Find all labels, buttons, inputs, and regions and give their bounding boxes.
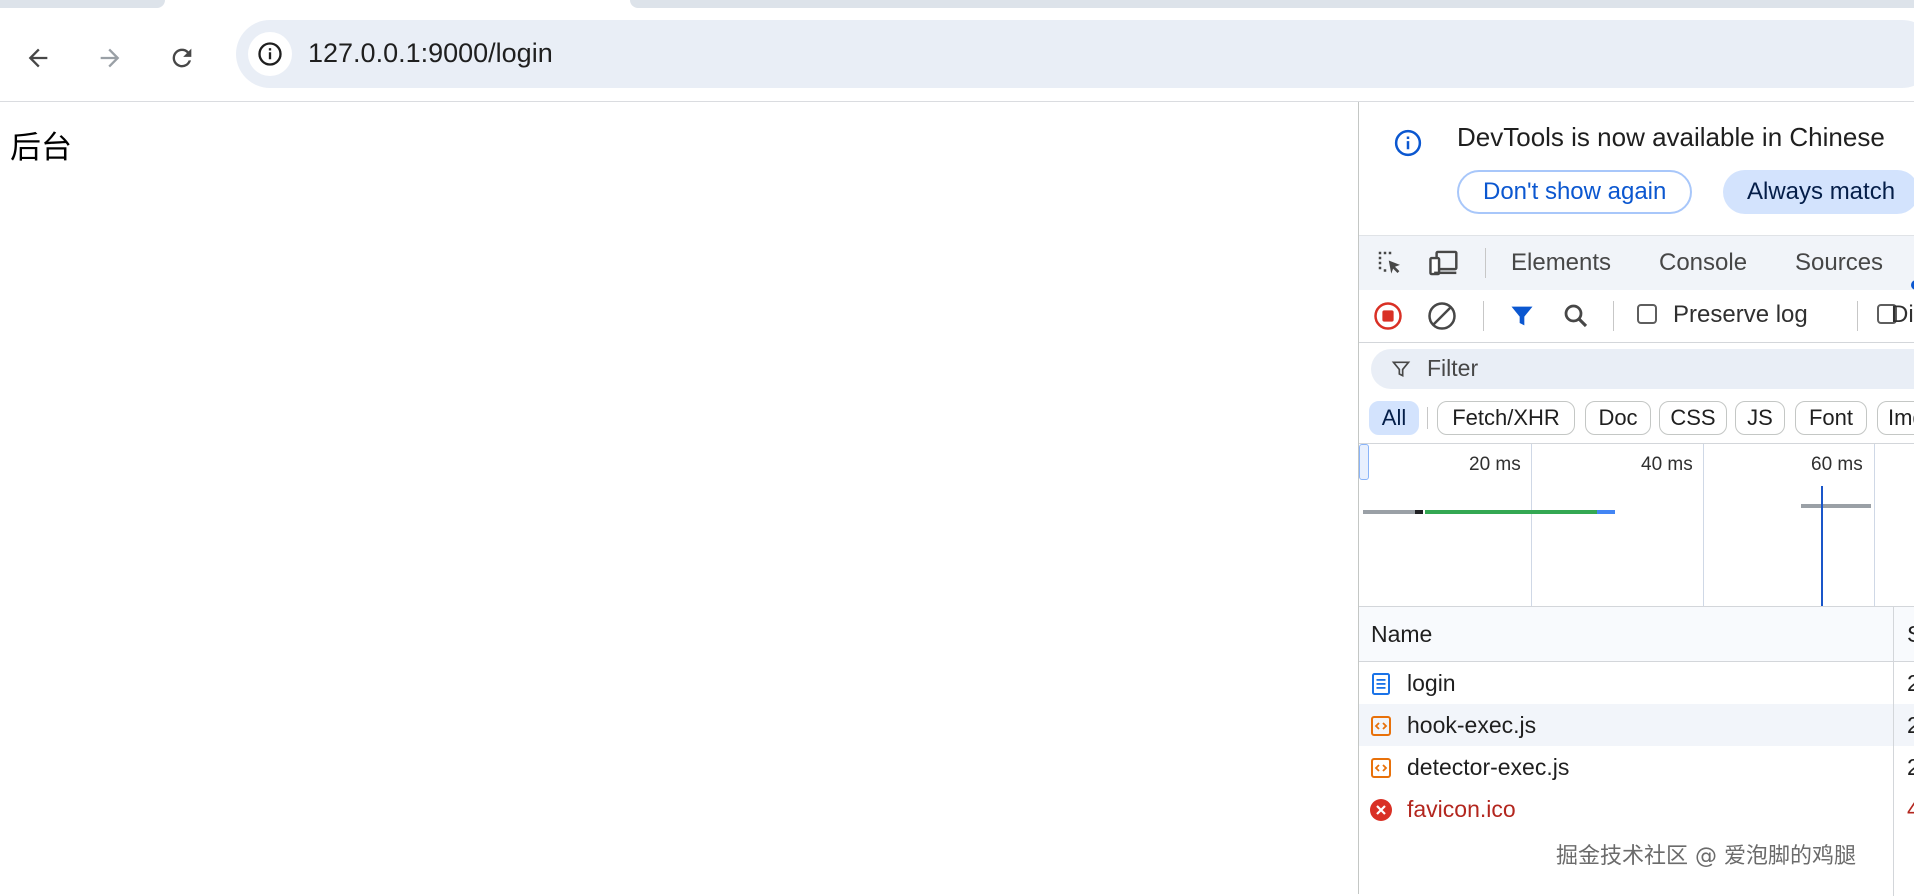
search-icon: [1564, 304, 1588, 328]
resource-type-filters: All Fetch/XHR Doc CSS JS Font Img: [1359, 393, 1914, 444]
browser-toolbar: 127.0.0.1:9000/login: [0, 8, 1914, 102]
back-button[interactable]: [18, 38, 58, 78]
address-bar[interactable]: 127.0.0.1:9000/login: [236, 20, 1914, 88]
type-filter-divider: [1427, 407, 1428, 429]
devtools-tab-bar: Elements Console Sources: [1359, 235, 1914, 291]
device-toolbar-button[interactable]: [1427, 246, 1461, 280]
filter-input[interactable]: Filter: [1371, 349, 1914, 389]
page-heading: 后台: [10, 130, 72, 166]
document-icon: [1372, 673, 1390, 695]
inspect-element-button[interactable]: [1373, 246, 1407, 280]
funnel-icon: [1511, 306, 1533, 326]
overview-gridline: [1703, 444, 1704, 606]
disable-cache-label: Di: [1891, 301, 1914, 328]
tab-divider: [1485, 248, 1486, 278]
request-name: favicon.ico: [1407, 796, 1516, 822]
tab-strip: [0, 0, 1914, 8]
overview-tick-label: 60 ms: [1811, 454, 1863, 475]
url-text[interactable]: 127.0.0.1:9000/login: [308, 38, 553, 69]
overview-request-bar: [1597, 510, 1615, 514]
request-name: login: [1407, 670, 1456, 696]
forward-button[interactable]: [90, 38, 130, 78]
dont-show-again-button[interactable]: Don't show again: [1457, 170, 1693, 214]
reload-button[interactable]: [162, 38, 202, 78]
column-divider[interactable]: [1893, 606, 1894, 896]
overview-request-bar: [1415, 510, 1423, 514]
filter-toggle-button[interactable]: [1505, 299, 1539, 333]
overview-gridline: [1874, 444, 1875, 606]
always-match-button[interactable]: Always match: [1723, 170, 1914, 214]
network-overview-timeline[interactable]: 20 ms 40 ms 60 ms: [1359, 444, 1914, 607]
script-icon: [1371, 716, 1391, 736]
infobar-message: DevTools is now available in Chinese: [1457, 122, 1885, 152]
filter-placeholder: Filter: [1427, 355, 1479, 381]
type-filter-doc[interactable]: Doc: [1585, 401, 1651, 435]
preserve-log-label: Preserve log: [1673, 301, 1808, 328]
type-filter-font[interactable]: Font: [1795, 401, 1867, 435]
request-name: detector-exec.js: [1407, 754, 1570, 780]
request-status: 2: [1907, 670, 1914, 696]
clear-button[interactable]: [1425, 299, 1459, 333]
tab-console[interactable]: Console: [1659, 249, 1747, 277]
record-stop-icon: [1374, 302, 1402, 330]
overview-request-bar: [1801, 504, 1871, 508]
tab-sources[interactable]: Sources: [1795, 249, 1883, 277]
filter-bar: Filter: [1359, 343, 1914, 393]
request-status: 2: [1907, 754, 1914, 780]
preserve-log-checkbox[interactable]: [1637, 304, 1657, 324]
search-button[interactable]: [1559, 299, 1593, 333]
info-icon: [258, 42, 282, 66]
error-icon: [1370, 799, 1392, 821]
column-header-name[interactable]: Name: [1371, 621, 1432, 648]
request-status: 2: [1907, 712, 1914, 738]
toolbar-divider: [1483, 301, 1484, 331]
reload-icon: [172, 48, 192, 68]
overview-tick-label: 20 ms: [1469, 454, 1521, 475]
clear-icon: [1428, 302, 1456, 330]
requests-table-header: Name S: [1359, 607, 1914, 662]
inspect-icon: [1378, 251, 1400, 274]
site-info-button[interactable]: [248, 32, 292, 76]
inactive-tab[interactable]: [0, 0, 165, 8]
overview-load-marker: [1821, 486, 1823, 606]
record-button[interactable]: [1371, 299, 1405, 333]
arrow-right-icon: [100, 48, 120, 68]
overview-request-bar: [1425, 510, 1597, 514]
table-row[interactable]: hook-exec.js 2: [1359, 704, 1914, 746]
watermark-text: 掘金技术社区 @ 爱泡脚的鸡腿: [1556, 844, 1856, 869]
request-status: 4: [1907, 796, 1914, 822]
table-row[interactable]: login 2: [1359, 662, 1914, 704]
overview-request-bar: [1363, 510, 1415, 514]
type-filter-js[interactable]: JS: [1735, 401, 1785, 435]
funnel-outline-icon: [1391, 361, 1411, 378]
script-icon: [1371, 758, 1391, 778]
inactive-tab[interactable]: [630, 0, 1914, 8]
overview-gridline: [1531, 444, 1532, 606]
devtools-panel: DevTools is now available in Chinese Don…: [1358, 102, 1914, 896]
toolbar-divider: [1857, 301, 1858, 331]
language-infobar: DevTools is now available in Chinese Don…: [1359, 102, 1914, 235]
info-icon: [1394, 129, 1422, 157]
column-header-status[interactable]: S: [1907, 621, 1914, 648]
table-row[interactable]: detector-exec.js 2: [1359, 746, 1914, 788]
tab-elements[interactable]: Elements: [1511, 249, 1611, 277]
page-viewport: 后台: [0, 102, 1358, 894]
type-filter-all[interactable]: All: [1369, 401, 1419, 435]
network-toolbar: Preserve log Di: [1359, 290, 1914, 343]
request-name: hook-exec.js: [1407, 712, 1537, 738]
arrow-left-icon: [28, 48, 48, 68]
overview-window-handle[interactable]: [1359, 444, 1369, 480]
type-filter-img[interactable]: Img: [1877, 401, 1914, 435]
table-row[interactable]: favicon.ico 4: [1359, 788, 1914, 830]
overview-tick-label: 40 ms: [1641, 454, 1693, 475]
type-filter-fetch-xhr[interactable]: Fetch/XHR: [1437, 401, 1575, 435]
device-toggle-icon: [1429, 250, 1458, 276]
toolbar-divider: [1613, 301, 1614, 331]
type-filter-css[interactable]: CSS: [1659, 401, 1727, 435]
